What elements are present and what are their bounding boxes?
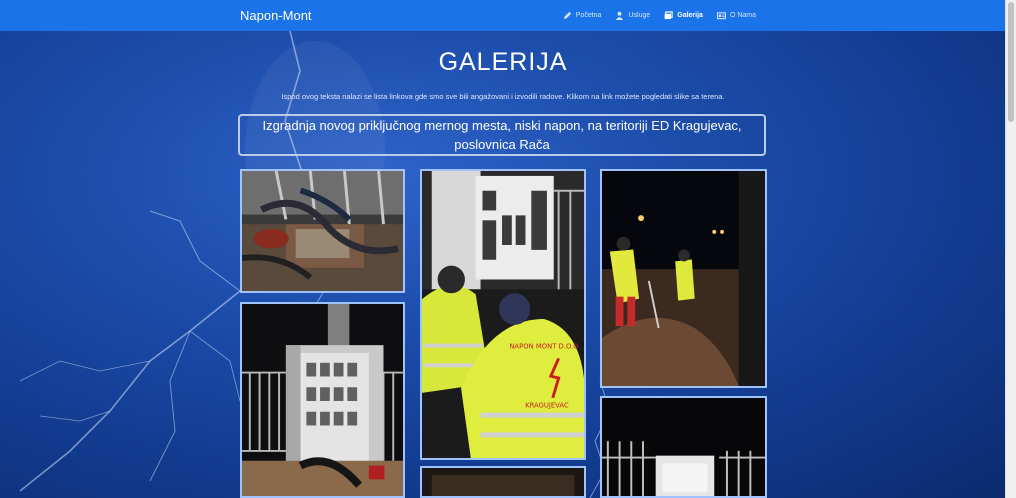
gallery-photo-electrical-cabinet[interactable]	[240, 302, 405, 498]
vertical-scrollbar[interactable]	[1005, 0, 1016, 498]
gallery-icon	[664, 11, 673, 20]
page-subtitle: Ispod ovog teksta nalazi se lista linkov…	[281, 92, 725, 101]
brand-logo-link[interactable]: Napon-Mont	[240, 8, 312, 23]
gallery-photo-partial[interactable]	[420, 466, 586, 498]
electrical-cabinet-image	[242, 304, 403, 496]
night-enclosure-image	[602, 398, 765, 496]
gallery-photo-workers-digging[interactable]	[600, 169, 767, 388]
nav-item-label: Početna	[575, 12, 602, 19]
gallery-photo-night-enclosure[interactable]	[600, 396, 767, 498]
nav-item-label: Galerija	[677, 12, 703, 19]
nav-item-pocetna[interactable]: Početna	[563, 11, 602, 20]
cable-splice-image	[242, 171, 403, 291]
nav-item-label: O Nama	[729, 12, 756, 19]
gallery-photo-workers-at-cabinet[interactable]: NAPON MONT D.O.O KRAGUJEVAC	[420, 169, 586, 460]
vest-text-line1: NAPON MONT D.O.O	[509, 342, 579, 350]
nav-item-usluge[interactable]: Usluge	[615, 11, 650, 20]
workers-digging-image	[602, 171, 765, 386]
page-title: GALERIJA	[438, 48, 568, 76]
nav-item-label: Usluge	[628, 12, 651, 19]
top-navbar: Napon-Mont Početna Usluge Galerija O Nam…	[0, 0, 1006, 31]
scrollbar-thumb[interactable]	[1008, 2, 1014, 122]
gallery-photo-cable-splice[interactable]	[240, 169, 405, 293]
nav-item-galerija[interactable]: Galerija	[664, 11, 703, 20]
user-icon	[616, 11, 624, 20]
pencil-icon	[563, 11, 571, 20]
nav-item-o-nama[interactable]: O Nama	[716, 11, 756, 20]
workers-at-cabinet-image: NAPON MONT D.O.O KRAGUJEVAC	[422, 171, 584, 458]
vest-text-line2: KRAGUJEVAC	[525, 402, 569, 410]
id-card-icon	[716, 12, 726, 20]
main-nav: Početna Usluge Galerija O Nama	[563, 0, 756, 31]
partial-image	[422, 468, 584, 496]
project-title-link[interactable]: Izgradnja novog priključnog mernog mesta…	[238, 114, 766, 156]
